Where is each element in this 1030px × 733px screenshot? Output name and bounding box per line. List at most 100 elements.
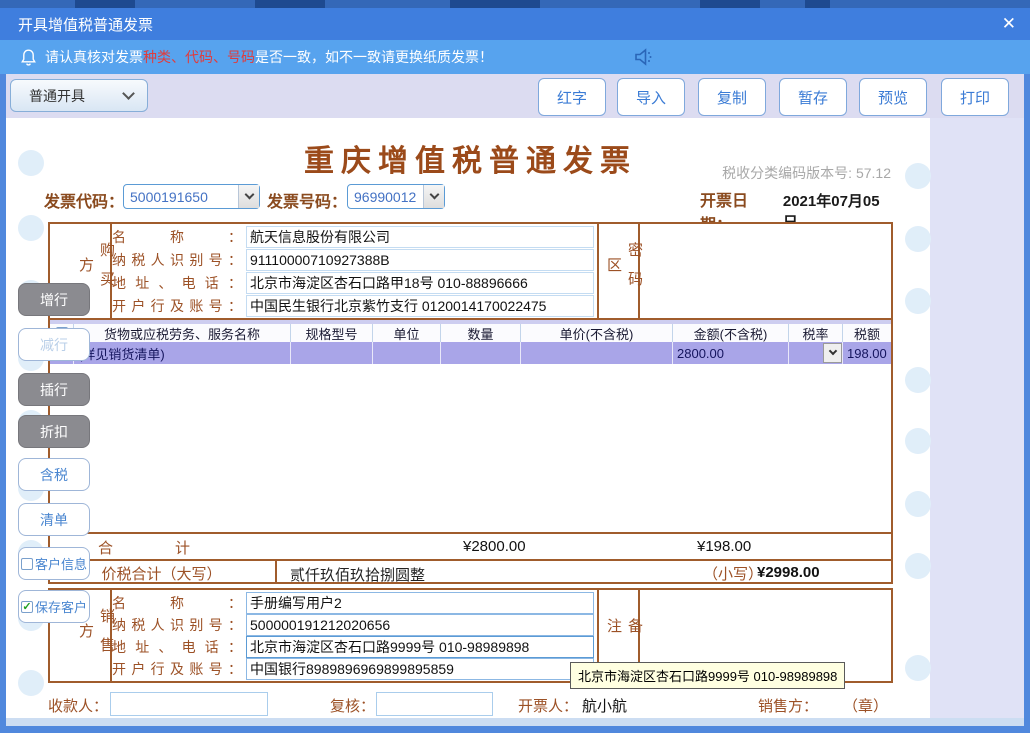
seller-taxid-row: 纳税人识别号： 500000191212020656 [112, 614, 594, 636]
seller-address-label: 地址、电话： [112, 637, 242, 657]
preview-button[interactable]: 预览 [859, 78, 927, 116]
seller-taxid-field[interactable]: 500000191212020656 [246, 614, 594, 636]
buyer-address-field[interactable]: 北京市海淀区杏石口路甲18号 010-88896666 [246, 272, 594, 294]
item-qty-cell[interactable] [440, 342, 520, 364]
customer-info-button[interactable]: 客户信息 [18, 547, 90, 580]
seller-name-label: 名称： [112, 593, 242, 613]
item-amount-cell[interactable]: 2800.00 [672, 342, 788, 364]
address-tooltip: 北京市海淀区杏石口路9999号 010-98989898 [570, 662, 845, 689]
chevron-down-icon [122, 87, 135, 100]
remove-row-button[interactable]: 减行 [18, 328, 90, 361]
copy-button[interactable]: 复制 [698, 78, 766, 116]
background-fragment [700, 0, 760, 8]
col-spec: 规格型号 [290, 324, 372, 342]
dialog-right-border [1024, 74, 1030, 733]
decorative-circle [905, 288, 931, 314]
import-button[interactable]: 导入 [617, 78, 685, 116]
save-customer-checkbox[interactable]: ✓ [21, 601, 33, 613]
background-fragment [255, 0, 325, 8]
decorative-circle [905, 367, 931, 393]
reviewer-input[interactable] [376, 692, 493, 716]
divider [48, 559, 893, 561]
item-unit-cell[interactable] [372, 342, 440, 364]
bottom-strip [6, 718, 1024, 726]
buyer-address-label: 地址、电话： [112, 273, 242, 293]
temp-save-button[interactable]: 暂存 [779, 78, 847, 116]
invoice-number-label: 发票号码： [267, 188, 347, 212]
speaker-icon[interactable] [633, 47, 655, 72]
buyer-name-row: 名称： 航天信息股份有限公司 [112, 226, 594, 248]
save-customer-button[interactable]: ✓ 保存客户 [18, 590, 90, 623]
buyer-bank-row: 开户行及账号： 中国民生银行北京紫竹支行 0120014170022475 [112, 295, 594, 317]
sum-tax: ¥198.00 [697, 538, 751, 555]
item-name-cell[interactable]: (详见销货清单) [73, 342, 290, 364]
buyer-taxid-row: 纳税人识别号： 91110000710927388B [112, 249, 594, 271]
tax-included-button[interactable]: 含税 [18, 458, 90, 491]
col-price: 单价(不含税) [520, 324, 672, 342]
decorative-circle [18, 150, 44, 176]
col-qty: 数量 [440, 324, 520, 342]
sum-amount: ¥2800.00 [463, 538, 526, 555]
seller-name-row: 名称： 手册编写用户2 [112, 592, 594, 614]
divider [48, 532, 893, 534]
drawer-value: 航小航 [582, 695, 627, 716]
invoice-number-select[interactable]: 96990012 [347, 184, 445, 209]
seller-bank-field[interactable]: 中国银行8989896969899895859 [246, 658, 594, 680]
decorative-circle [905, 428, 931, 454]
items-header-row: 货物或应税劳务、服务名称 规格型号 单位 数量 单价(不含税) 金额(不含税) … [50, 324, 891, 342]
invoice-mode-value: 普通开具 [29, 86, 85, 106]
add-row-button[interactable]: 增行 [18, 283, 90, 316]
invoice-dialog: 开具增值税普通发票 ✕ 请认真核对发票种类、代码、号码是否一致，如不一致请更换纸… [0, 0, 1030, 733]
buyer-name-label: 名称： [112, 227, 242, 247]
item-tax-cell[interactable]: 198.00 [842, 342, 891, 364]
close-icon[interactable]: ✕ [1002, 14, 1016, 34]
right-action-panel [930, 118, 1024, 718]
alert-text: 请认真核对发票 [45, 49, 143, 65]
decorative-circle [905, 163, 931, 189]
chevron-down-icon [423, 185, 444, 208]
decorative-circle [905, 553, 931, 579]
red-letter-button[interactable]: 红字 [538, 78, 606, 116]
tax-rate-select[interactable] [823, 343, 842, 363]
dialog-title-bar: 开具增值税普通发票 ✕ [0, 8, 1030, 40]
item-rate-cell[interactable] [788, 342, 842, 364]
background-fragment [805, 0, 830, 8]
dialog-title: 开具增值税普通发票 [18, 14, 153, 35]
invoice-number-value: 96990012 [348, 189, 423, 205]
invoice-code-select[interactable]: 5000191650 [123, 184, 260, 209]
invoice-mode-select[interactable]: 普通开具 [10, 79, 148, 112]
payee-input[interactable] [110, 692, 268, 716]
seller-name-field[interactable]: 手册编写用户2 [246, 592, 594, 614]
seller-seal-label: 销售方： [758, 695, 818, 716]
seller-address-field[interactable]: 北京市海淀区杏石口路9999号 010-98989898 [246, 636, 594, 658]
discount-button[interactable]: 折扣 [18, 415, 90, 448]
chevron-down-icon [238, 185, 259, 208]
col-rate: 税率 [788, 324, 842, 342]
divider [597, 222, 599, 318]
buyer-bank-field[interactable]: 中国民生银行北京紫竹支行 0120014170022475 [246, 295, 594, 317]
print-button[interactable]: 打印 [941, 78, 1009, 116]
insert-row-button[interactable]: 插行 [18, 373, 90, 406]
item-spec-cell[interactable] [290, 342, 372, 364]
divider [275, 559, 277, 584]
password-area-label: 密码区 [604, 230, 646, 312]
decorative-circle [905, 655, 931, 681]
col-amount: 金额(不含税) [672, 324, 788, 342]
col-unit: 单位 [372, 324, 440, 342]
buyer-name-field[interactable]: 航天信息股份有限公司 [246, 226, 594, 248]
item-row[interactable]: (详见销货清单) 2800.00 198.00 [50, 342, 891, 364]
buyer-taxid-label: 纳税人识别号： [112, 250, 242, 270]
reviewer-label: 复核： [330, 695, 375, 716]
buyer-taxid-field[interactable]: 91110000710927388B [246, 249, 594, 271]
customer-info-checkbox[interactable] [21, 558, 33, 570]
sum-label: 合计 [98, 537, 190, 558]
decorative-circle [905, 226, 931, 252]
seller-taxid-label: 纳税人识别号： [112, 615, 242, 635]
customer-info-label: 客户信息 [35, 554, 87, 573]
tax-code-version-value: 57.12 [856, 165, 891, 181]
item-price-cell[interactable] [520, 342, 672, 364]
alert-bar: 请认真核对发票种类、代码、号码是否一致，如不一致请更换纸质发票！ [0, 40, 1030, 74]
background-fragment [450, 0, 540, 8]
list-button[interactable]: 清单 [18, 503, 90, 536]
invoice-code-label: 发票代码： [44, 188, 124, 212]
